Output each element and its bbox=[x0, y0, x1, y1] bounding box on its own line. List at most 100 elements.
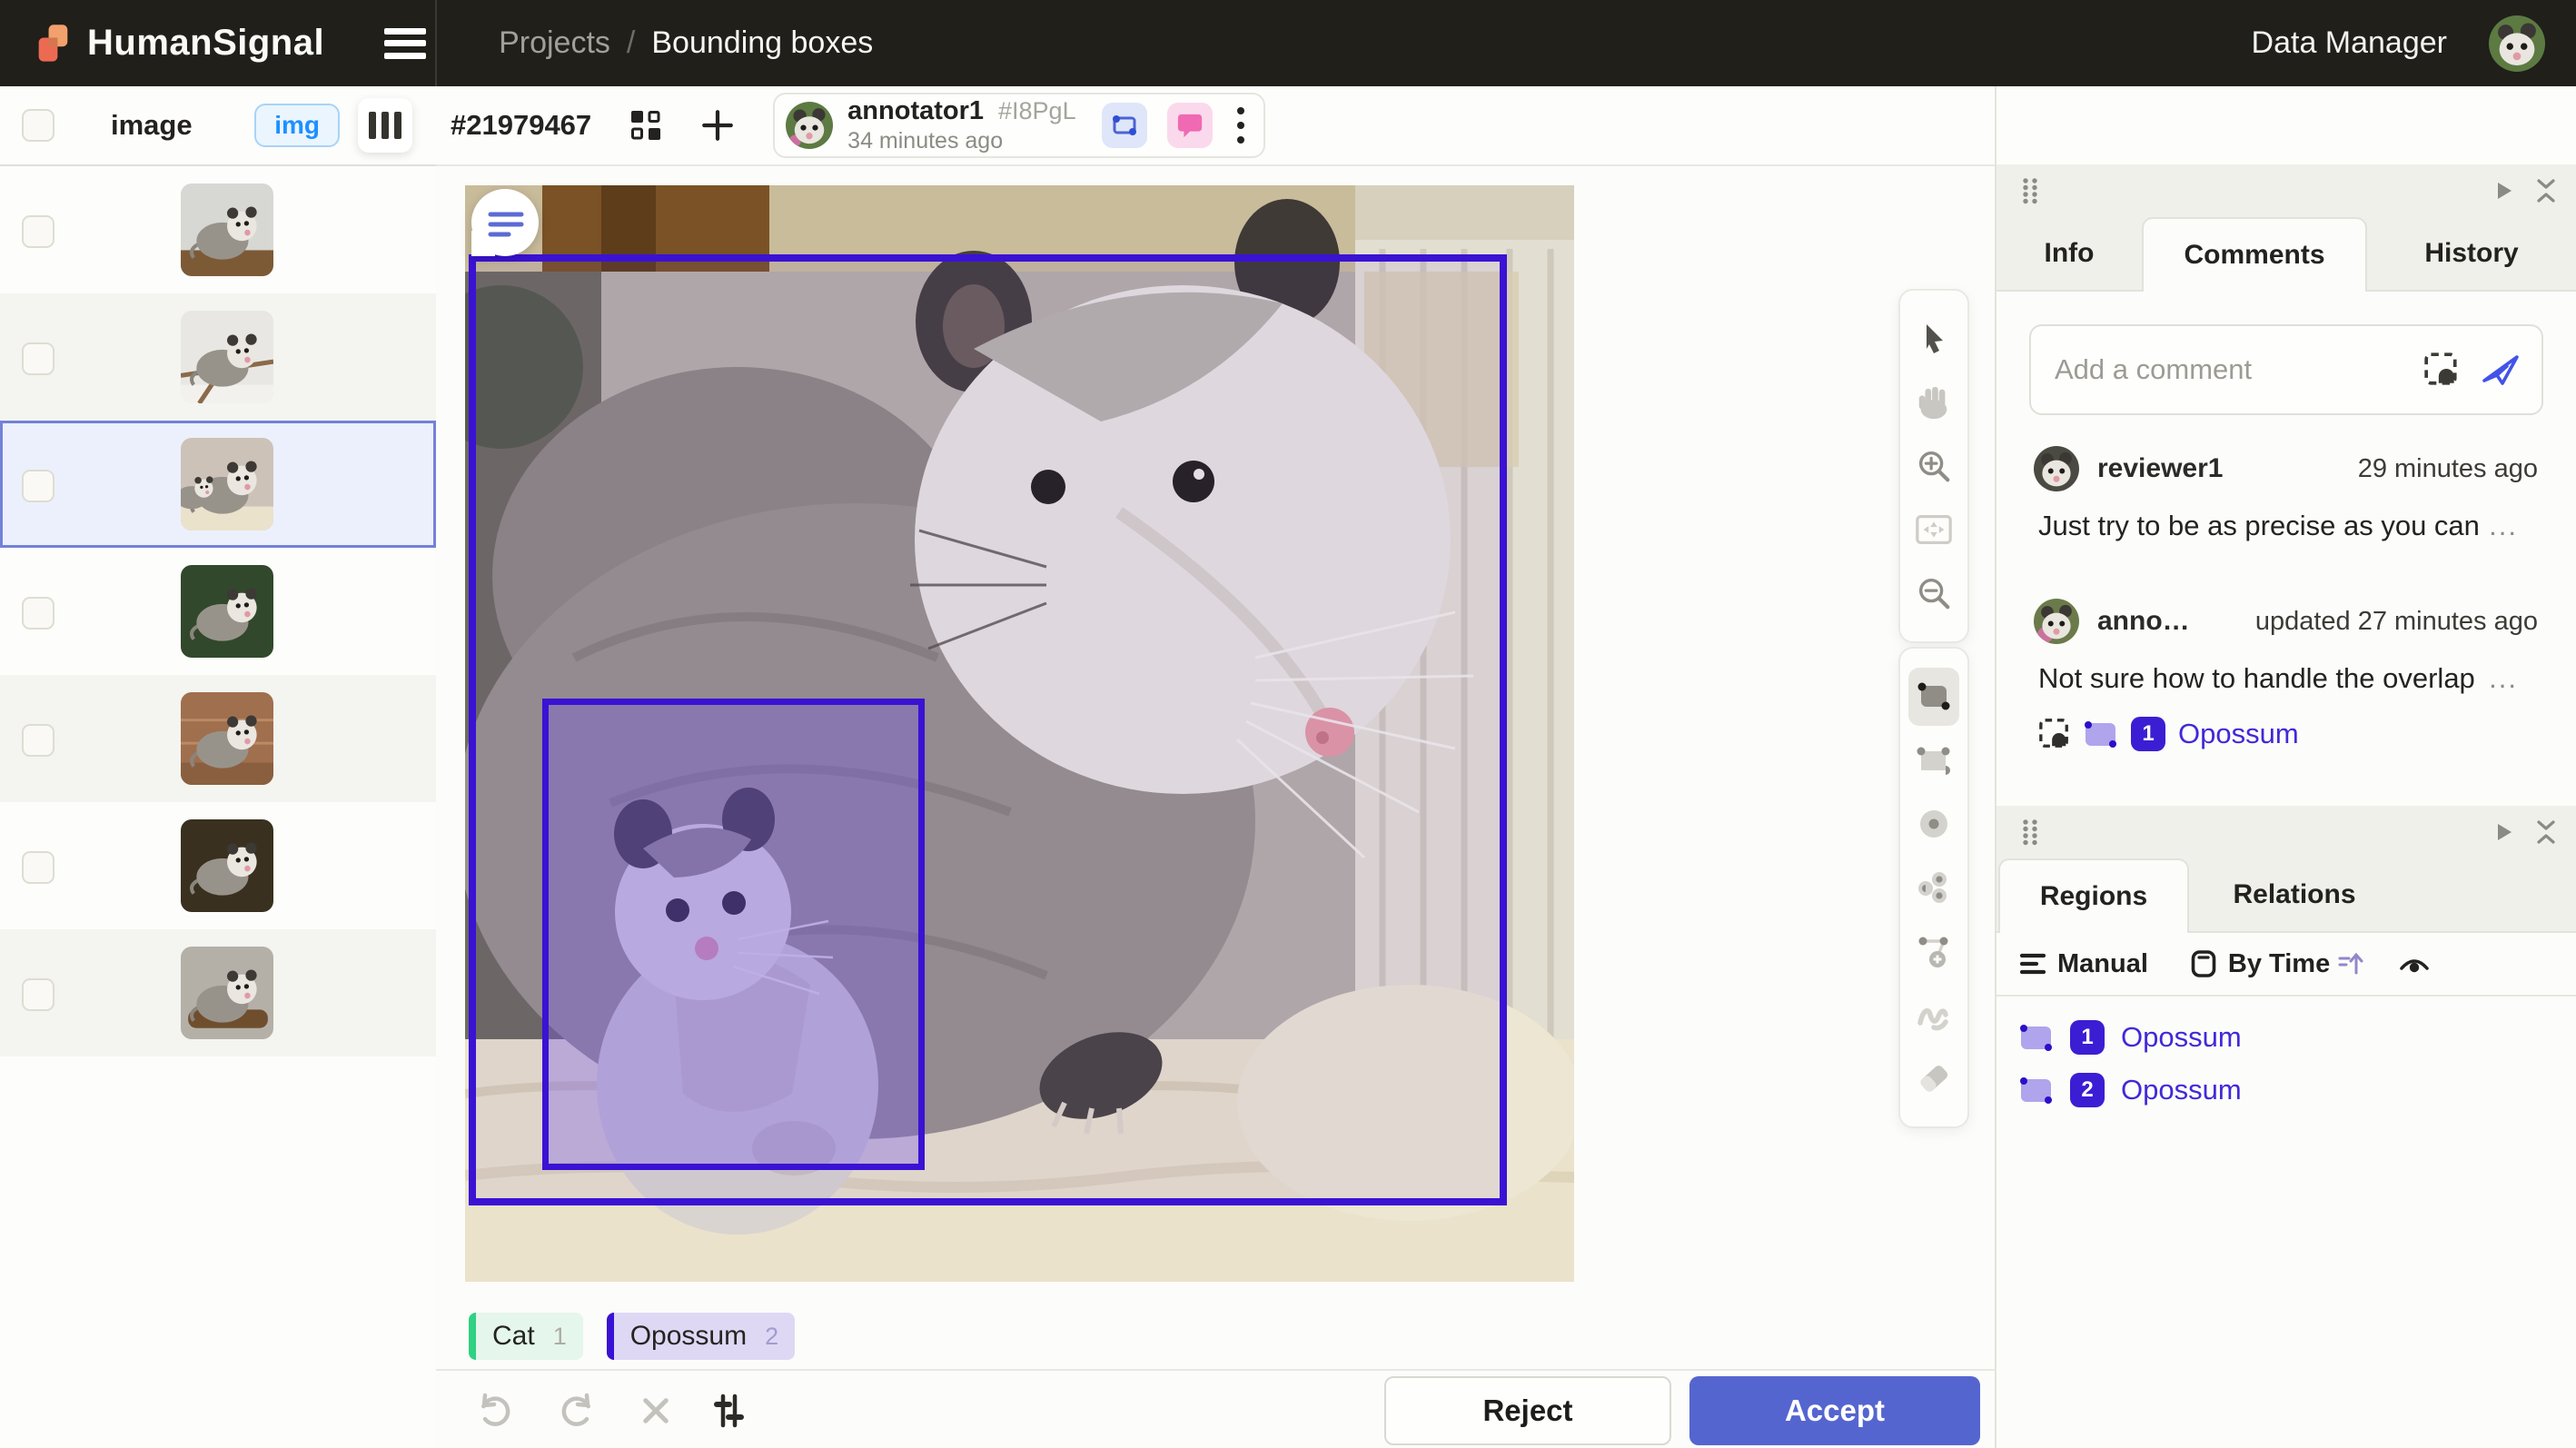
collapse-panel-icon[interactable] bbox=[2534, 177, 2558, 204]
order-by-icon bbox=[2190, 948, 2217, 979]
detach-panel-icon[interactable] bbox=[2494, 821, 2514, 843]
keypoints-tool-icon[interactable] bbox=[1908, 856, 1959, 919]
group-by-control[interactable]: Manual bbox=[2019, 949, 2148, 979]
undo-icon[interactable] bbox=[476, 1393, 514, 1429]
zoom-in-icon[interactable] bbox=[1908, 434, 1959, 498]
label-chip-cat[interactable]: Cat 1 bbox=[469, 1313, 583, 1360]
tab-comments[interactable]: Comments bbox=[2142, 217, 2367, 292]
bottom-action-bar: Reject Accept bbox=[436, 1369, 1995, 1448]
task-thumbnail[interactable] bbox=[181, 438, 273, 531]
accept-button[interactable]: Accept bbox=[1689, 1376, 1980, 1445]
drag-handle-icon[interactable] bbox=[2020, 177, 2040, 204]
task-thumbnail[interactable] bbox=[181, 947, 273, 1039]
select-all-checkbox[interactable] bbox=[22, 109, 54, 142]
brush-tool-icon[interactable] bbox=[1908, 983, 1959, 1046]
annotation-selector[interactable]: annotator1 #I8PgL 34 minutes ago bbox=[773, 93, 1264, 158]
task-thumbnail[interactable] bbox=[181, 692, 273, 785]
task-checkbox[interactable] bbox=[22, 978, 54, 1011]
task-checkbox[interactable] bbox=[22, 215, 54, 248]
task-row[interactable] bbox=[0, 293, 436, 421]
send-comment-icon[interactable] bbox=[2480, 352, 2522, 387]
task-list-sidebar: image img bbox=[0, 86, 438, 1448]
task-image[interactable] bbox=[465, 185, 1574, 1282]
details-tabs: Info Comments History bbox=[1996, 217, 2576, 292]
move-tool-icon[interactable] bbox=[1908, 307, 1959, 371]
region-row[interactable]: 2 Opossum bbox=[1996, 1064, 2576, 1116]
task-checkbox[interactable] bbox=[22, 342, 54, 375]
comment-placeholder: Add a comment bbox=[2055, 353, 2423, 386]
label-chip-opossum[interactable]: Opossum 2 bbox=[607, 1313, 795, 1360]
order-by-control[interactable]: By Time bbox=[2190, 948, 2330, 979]
label-hotkey: 2 bbox=[765, 1323, 778, 1351]
fit-to-screen-icon[interactable] bbox=[1908, 498, 1959, 561]
ellipse-tool-icon[interactable] bbox=[1908, 792, 1959, 856]
task-thumbnail[interactable] bbox=[181, 565, 273, 658]
column-type-badge[interactable]: img bbox=[254, 104, 340, 147]
redo-icon[interactable] bbox=[558, 1393, 596, 1429]
rectangle-tool-icon[interactable] bbox=[1908, 668, 1959, 726]
columns-icon[interactable] bbox=[358, 98, 412, 153]
drag-handle-icon[interactable] bbox=[2020, 818, 2040, 846]
right-panel: Info Comments History Add a comment revi… bbox=[1995, 86, 2576, 1448]
task-row-selected[interactable] bbox=[0, 421, 436, 548]
task-row[interactable] bbox=[0, 802, 436, 929]
task-checkbox[interactable] bbox=[22, 470, 54, 502]
comments-indicator-icon[interactable] bbox=[1167, 103, 1213, 148]
tab-history[interactable]: History bbox=[2367, 217, 2576, 290]
task-checkbox[interactable] bbox=[22, 597, 54, 630]
polygon-tool-icon[interactable] bbox=[1908, 919, 1959, 983]
task-row[interactable] bbox=[0, 548, 436, 675]
data-manager-link[interactable]: Data Manager bbox=[2252, 25, 2447, 61]
tab-info[interactable]: Info bbox=[1996, 217, 2142, 290]
three-point-rectangle-tool-icon[interactable] bbox=[1908, 729, 1959, 792]
toggle-visibility-icon[interactable] bbox=[2399, 952, 2430, 976]
sort-direction-icon[interactable] bbox=[2337, 950, 2364, 977]
tab-relations[interactable]: Relations bbox=[2189, 858, 2400, 931]
comment-linked-region[interactable]: 1 Opossum bbox=[2038, 717, 2576, 751]
task-id: #21979467 bbox=[451, 109, 591, 142]
region-row[interactable]: 1 Opossum bbox=[1996, 1011, 2576, 1064]
commenter-name: reviewer1 bbox=[2097, 453, 2223, 484]
pan-tool-icon[interactable] bbox=[1908, 371, 1959, 434]
bounding-box-opossum-2[interactable] bbox=[542, 699, 925, 1170]
tool-column bbox=[1898, 289, 1969, 1128]
region-comment-bubble-icon[interactable] bbox=[465, 185, 543, 263]
commenter-avatar bbox=[2034, 446, 2079, 491]
region-index-badge: 2 bbox=[2070, 1073, 2105, 1107]
details-panel-header bbox=[1996, 164, 2576, 217]
grid-view-icon[interactable] bbox=[629, 109, 662, 142]
task-row[interactable] bbox=[0, 929, 436, 1056]
eraser-tool-icon[interactable] bbox=[1908, 1046, 1959, 1110]
order-by-value: By Time bbox=[2228, 949, 2330, 979]
task-checkbox[interactable] bbox=[22, 851, 54, 884]
settings-sliders-icon[interactable] bbox=[710, 1393, 747, 1429]
attach-region-icon[interactable] bbox=[2423, 352, 2460, 388]
comment-input[interactable]: Add a comment bbox=[2029, 324, 2543, 415]
task-checkbox[interactable] bbox=[22, 724, 54, 757]
task-thumbnail[interactable] bbox=[181, 183, 273, 276]
outliner-panel-header bbox=[1996, 806, 2576, 858]
comment-time: 29 minutes ago bbox=[2358, 454, 2538, 484]
zoom-out-icon[interactable] bbox=[1908, 561, 1959, 625]
more-options-icon[interactable] bbox=[1236, 105, 1245, 145]
task-row[interactable] bbox=[0, 675, 436, 802]
menu-hamburger-icon[interactable] bbox=[384, 28, 426, 59]
user-avatar[interactable] bbox=[2489, 15, 2545, 72]
breadcrumb-projects[interactable]: Projects bbox=[499, 25, 610, 61]
task-thumbnail[interactable] bbox=[181, 311, 273, 403]
task-thumbnail[interactable] bbox=[181, 819, 273, 912]
add-annotation-icon[interactable] bbox=[700, 108, 735, 143]
region-select-icon bbox=[2038, 718, 2071, 750]
detach-panel-icon[interactable] bbox=[2494, 180, 2514, 202]
reset-icon[interactable] bbox=[639, 1394, 672, 1427]
rectangle-region-icon bbox=[2019, 1076, 2054, 1105]
task-row[interactable] bbox=[0, 166, 436, 293]
collapse-panel-icon[interactable] bbox=[2534, 818, 2558, 846]
regions-indicator-icon[interactable] bbox=[1102, 103, 1147, 148]
tab-regions[interactable]: Regions bbox=[1998, 858, 2189, 933]
annotation-id: #I8PgL bbox=[998, 97, 1076, 125]
comment-more-icon[interactable]: ... bbox=[2489, 510, 2518, 542]
reject-button[interactable]: Reject bbox=[1384, 1376, 1671, 1445]
comment-more-icon[interactable]: ... bbox=[2489, 662, 2518, 695]
comment-item: anno… updated 27 minutes ago Not sure ho… bbox=[1996, 599, 2576, 751]
